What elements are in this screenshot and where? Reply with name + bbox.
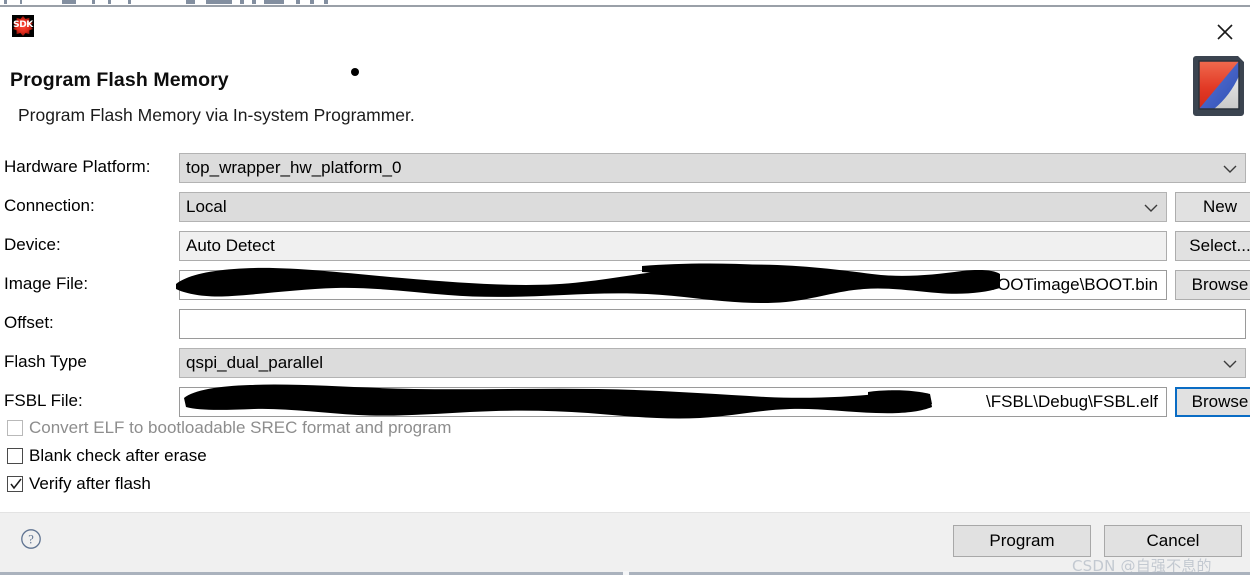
footer-separator bbox=[0, 512, 1250, 513]
strip-fleck bbox=[20, 0, 22, 4]
verify-after-flash-label: Verify after flash bbox=[29, 474, 151, 493]
label-image-file: Image File: bbox=[4, 274, 89, 293]
browse-fsbl-file-button[interactable]: Browse bbox=[1175, 387, 1250, 417]
strip-fleck bbox=[186, 0, 195, 4]
svg-text:?: ? bbox=[28, 533, 34, 547]
flash-type-value: qspi_dual_parallel bbox=[186, 353, 324, 372]
label-offset: Offset: bbox=[4, 313, 54, 332]
browse-image-file-button[interactable]: Browse bbox=[1175, 270, 1250, 300]
select-device-button[interactable]: Select... bbox=[1175, 231, 1250, 261]
form-row-fsbl-file: FSBL File: \FSBL\Debug\FSBL.elf Browse bbox=[0, 377, 1250, 419]
strip-fleck bbox=[108, 0, 111, 4]
close-icon[interactable] bbox=[1208, 16, 1242, 48]
cropped-window-strip bbox=[0, 0, 1250, 7]
strip-fleck bbox=[240, 0, 244, 4]
connection-combo[interactable]: Local bbox=[179, 192, 1167, 222]
stray-dot-artifact bbox=[351, 68, 359, 76]
chevron-down-icon bbox=[1144, 193, 1158, 221]
connection-value: Local bbox=[186, 197, 227, 216]
strip-fleck bbox=[252, 0, 256, 4]
form-row-image-file: Image File: k\BOOTimage\BOOT.bin Browse bbox=[0, 263, 1250, 304]
strip-fleck bbox=[4, 0, 7, 4]
hardware-platform-value: top_wrapper_hw_platform_0 bbox=[186, 158, 402, 177]
new-connection-button[interactable]: New bbox=[1175, 192, 1250, 222]
flash-type-combo[interactable]: qspi_dual_parallel bbox=[179, 348, 1246, 378]
strip-fleck bbox=[324, 0, 328, 4]
program-button[interactable]: Program bbox=[953, 525, 1091, 557]
blank-check-checkbox[interactable] bbox=[7, 448, 23, 464]
dialog-header: SDK Program Flash Memory Program Flash M… bbox=[0, 7, 1250, 140]
sdk-icon-label: SDK bbox=[13, 20, 33, 30]
hardware-platform-combo[interactable]: top_wrapper_hw_platform_0 bbox=[179, 153, 1246, 183]
checkmark-icon bbox=[9, 476, 23, 492]
help-icon[interactable]: ? bbox=[20, 528, 42, 550]
label-flash-type: Flash Type bbox=[4, 352, 87, 371]
form-row-flash-type: Flash Type qspi_dual_parallel bbox=[0, 348, 1250, 380]
device-field[interactable]: Auto Detect bbox=[179, 231, 1167, 261]
strip-fleck bbox=[128, 0, 131, 4]
chevron-down-icon bbox=[1223, 349, 1237, 377]
offset-input[interactable] bbox=[179, 309, 1246, 339]
form-row-offset: Offset: bbox=[0, 309, 1250, 341]
chevron-down-icon bbox=[1223, 154, 1237, 182]
image-file-value: k\BOOTimage\BOOT.bin bbox=[972, 275, 1158, 294]
strip-fleck bbox=[92, 0, 95, 4]
fsbl-file-input[interactable]: \FSBL\Debug\FSBL.elf bbox=[179, 387, 1167, 417]
label-connection: Connection: bbox=[4, 196, 95, 215]
label-hardware-platform: Hardware Platform: bbox=[4, 157, 151, 176]
image-file-input[interactable]: k\BOOTimage\BOOT.bin bbox=[179, 270, 1167, 300]
strip-fleck bbox=[62, 0, 76, 4]
sdk-app-icon: SDK bbox=[12, 15, 34, 37]
convert-elf-checkbox[interactable] bbox=[7, 420, 23, 436]
form-body: Hardware Platform: top_wrapper_hw_platfo… bbox=[0, 140, 1250, 512]
strip-fleck bbox=[206, 0, 232, 4]
strip-fleck bbox=[296, 0, 300, 4]
label-device: Device: bbox=[4, 235, 61, 254]
form-row-device: Device: Auto Detect Select... bbox=[0, 231, 1250, 263]
form-row-hardware-platform: Hardware Platform: top_wrapper_hw_platfo… bbox=[0, 153, 1250, 185]
cancel-button[interactable]: Cancel bbox=[1104, 525, 1242, 557]
strip-fleck bbox=[310, 0, 314, 4]
page-description: Program Flash Memory via In-system Progr… bbox=[18, 105, 415, 125]
form-row-connection: Connection: Local New bbox=[0, 192, 1250, 224]
verify-after-flash-checkbox[interactable] bbox=[7, 476, 23, 492]
strip-fleck bbox=[264, 0, 284, 4]
fsbl-file-value: \FSBL\Debug\FSBL.elf bbox=[986, 392, 1158, 411]
convert-elf-label: Convert ELF to bootloadable SREC format … bbox=[29, 418, 452, 437]
wizard-banner-image bbox=[1192, 52, 1246, 117]
device-value: Auto Detect bbox=[186, 236, 275, 255]
bottom-fill bbox=[0, 575, 1250, 580]
label-fsbl-file: FSBL File: bbox=[4, 391, 83, 410]
page-title: Program Flash Memory bbox=[10, 69, 229, 91]
blank-check-label: Blank check after erase bbox=[29, 446, 207, 465]
